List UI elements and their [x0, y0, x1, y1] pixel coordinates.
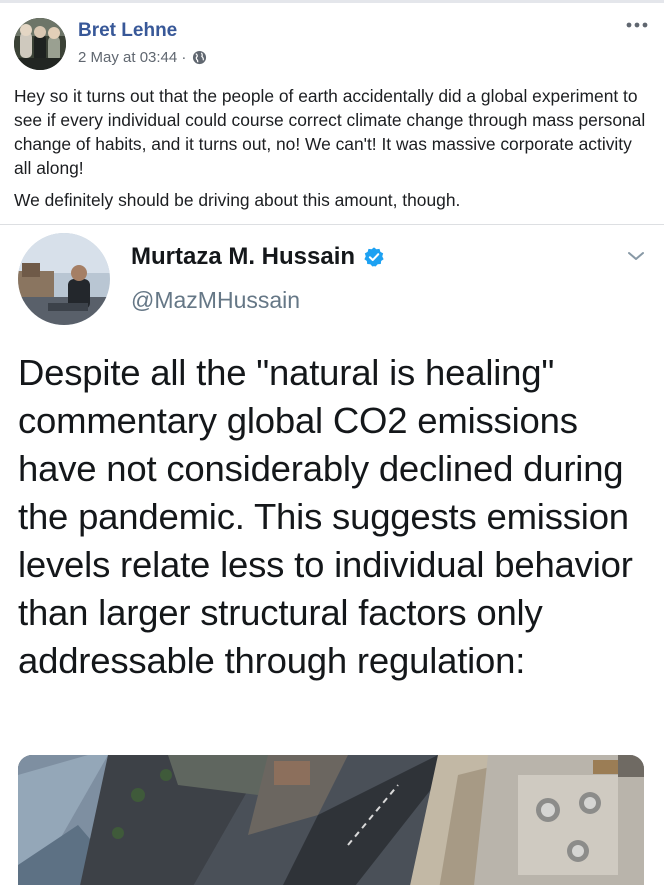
tweet-handle: @MazMHussain	[131, 287, 301, 313]
globe-icon	[192, 50, 207, 65]
post-header: Bret Lehne 2 May at 03:44 ·	[14, 16, 650, 76]
author-avatar[interactable]	[14, 18, 66, 70]
more-options-icon[interactable]	[624, 18, 650, 36]
verified-badge-icon	[363, 246, 385, 268]
chevron-down-icon	[626, 249, 646, 263]
facebook-post: Bret Lehne 2 May at 03:44 · Hey so it tu…	[0, 0, 664, 885]
aerial-city-photo	[18, 755, 644, 885]
tweet-name-row: Murtaza M. Hussain	[131, 243, 385, 271]
tweet-text: Despite all the "natural is healing" com…	[18, 352, 633, 681]
post-paragraph: Hey so it turns out that the people of e…	[14, 86, 646, 178]
post-body: Hey so it turns out that the people of e…	[14, 84, 650, 220]
tweet-author-name: Murtaza M. Hussain	[131, 243, 356, 270]
post-meta: 2 May at 03:44 ·	[78, 49, 207, 66]
post-paragraph: We definitely should be driving about th…	[14, 190, 461, 210]
author-name[interactable]: Bret Lehne	[78, 20, 177, 42]
tweet-avatar	[18, 233, 110, 325]
shared-tweet-image[interactable]: Murtaza M. Hussain @MazMHussain Despite …	[0, 224, 664, 885]
post-date[interactable]: 2 May at 03:44 ·	[78, 49, 186, 66]
top-divider	[0, 0, 664, 3]
